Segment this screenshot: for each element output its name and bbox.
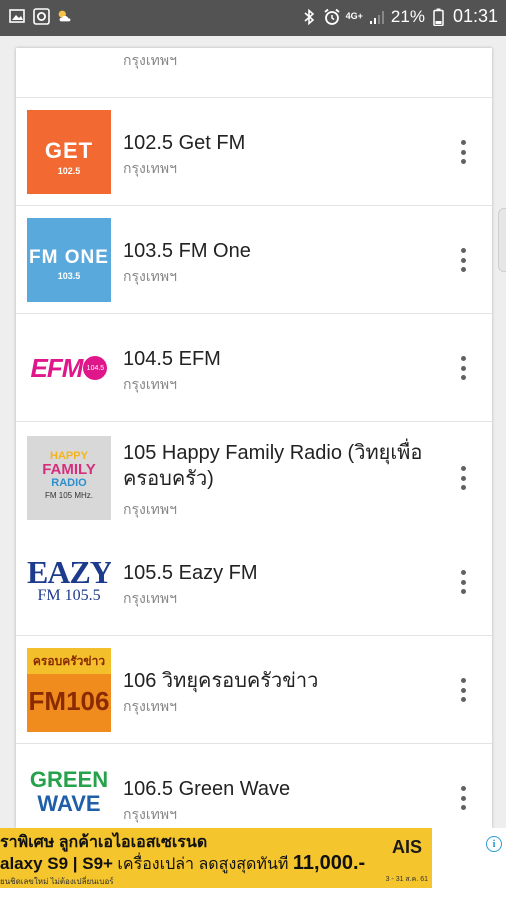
ad-offer-text: เครื่องเปล่า ลดสูงสุดทันที [112,856,293,873]
station-name: 106.5 Green Wave [123,778,291,800]
ad-offer: alaxy S9 | S9+ เครื่องเปล่า ลดสูงสุดทันท… [0,852,365,877]
station-logo: HAPPY FAMILY RADIO FM 105 MHz. [27,436,111,520]
camera-icon [32,7,50,25]
station-row[interactable]: GET 102.5 102.5 Get FM กรุงเทพฯ [16,98,492,206]
ad-banner[interactable]: ราพิเศษ ลูกค้าเอไอเอสเซเรนด alaxy S9 | S… [0,828,506,900]
alarm-icon [323,8,341,26]
ad-model: alaxy S9 | S9+ [0,854,113,873]
logo-text: FAMILY [42,461,96,478]
station-name: 102.5 Get FM [123,132,246,154]
station-logo: EFM 104.5 [27,326,111,410]
station-list[interactable]: กรุงเทพฯ GET 102.5 102.5 Get FM กรุงเทพฯ… [16,48,492,828]
logo-text: EAZY [27,554,111,590]
logo-text: WAVE [37,791,101,816]
logo-text: 103.5 [57,271,81,281]
station-logo: ครอบครัวข่าว FM106 [27,648,111,732]
logo-text: FM 105 MHz. [44,491,93,500]
logo-text: GET [44,138,94,163]
more-options-icon[interactable] [456,248,470,272]
scroll-handle[interactable] [498,208,506,272]
station-location: กรุงเทพฯ [123,52,177,68]
more-options-icon[interactable] [456,466,470,490]
battery-icon [430,8,448,26]
station-name: 103.5 FM One [123,240,251,262]
logo-text: FM ONE [29,247,109,268]
ad-image[interactable]: ราพิเศษ ลูกค้าเอไอเอสเซเรนด alaxy S9 | S… [0,828,432,888]
station-name: 106 วิทยุครอบครัวข่าว [123,670,319,692]
image-icon [8,7,26,25]
logo-text: 102.5 [57,166,81,176]
more-options-icon[interactable] [456,356,470,380]
more-options-icon[interactable] [456,678,470,702]
battery-percent: 21% [390,6,425,26]
logo-text: EFM [30,352,84,383]
station-location: กรุงเทพฯ [123,590,177,606]
station-location: กรุงเทพฯ [123,160,177,176]
ad-brand-logo: AIS [391,837,422,857]
station-logo: FM ONE 103.5 [27,218,111,302]
more-options-icon[interactable] [456,140,470,164]
station-row[interactable]: EAZY FM 105.5 105.5 Eazy FM กรุงเทพฯ [16,528,492,636]
station-location: กรุงเทพฯ [123,698,177,714]
status-bar: 4G+ 21% 01:31 [0,0,506,36]
station-name: 105.5 Eazy FM [123,562,258,584]
more-options-icon[interactable] [456,786,470,810]
network-type-label: 4G+ [345,11,363,21]
station-location: กรุงเทพฯ [123,501,177,517]
weather-icon [56,7,74,25]
ad-date: 3 - 31 ส.ค. 61 [385,876,428,883]
station-location: กรุงเทพฯ [123,806,177,822]
more-options-icon[interactable] [456,570,470,594]
station-name: 104.5 EFM [123,348,221,370]
station-logo: EAZY FM 105.5 [27,540,111,624]
logo-text: ครอบครัวข่าว [27,648,111,674]
station-logo [27,48,111,86]
station-location: กรุงเทพฯ [123,376,177,392]
ad-price: 11,000.- [292,852,366,874]
signal-icon [368,8,386,26]
station-row[interactable]: ครอบครัวข่าว FM106 106 วิทยุครอบครัวข่าว… [16,636,492,744]
logo-text: RADIO [51,477,87,489]
station-logo: GET 102.5 [27,110,111,194]
ad-fineprint: ยนชิดเลขใหม่ ไม่ต้องเปลี่ยนเบอร์ [0,877,114,886]
station-row[interactable]: กรุงเทพฯ [16,48,492,98]
station-row[interactable]: FM ONE 103.5 103.5 FM One กรุงเทพฯ [16,206,492,314]
station-row[interactable]: GREEN WAVE 106.5 Green Wave กรุงเทพฯ [16,744,492,828]
logo-text: FM106 [28,686,110,716]
station-row[interactable]: EFM 104.5 104.5 EFM กรุงเทพฯ [16,314,492,422]
logo-text: GREEN [29,767,109,792]
bluetooth-icon [300,8,318,26]
station-name: 105 Happy Family Radio (วิทยุเพื่อครอบคร… [123,442,423,490]
logo-text: 104.5 [83,356,108,380]
ad-info-icon[interactable]: i [486,836,502,852]
logo-text: FM 105.5 [37,587,101,604]
clock: 01:31 [452,6,498,26]
station-logo: GREEN WAVE [27,756,111,828]
station-row[interactable]: HAPPY FAMILY RADIO FM 105 MHz. 105 Happy… [16,422,492,536]
station-location: กรุงเทพฯ [123,268,177,284]
